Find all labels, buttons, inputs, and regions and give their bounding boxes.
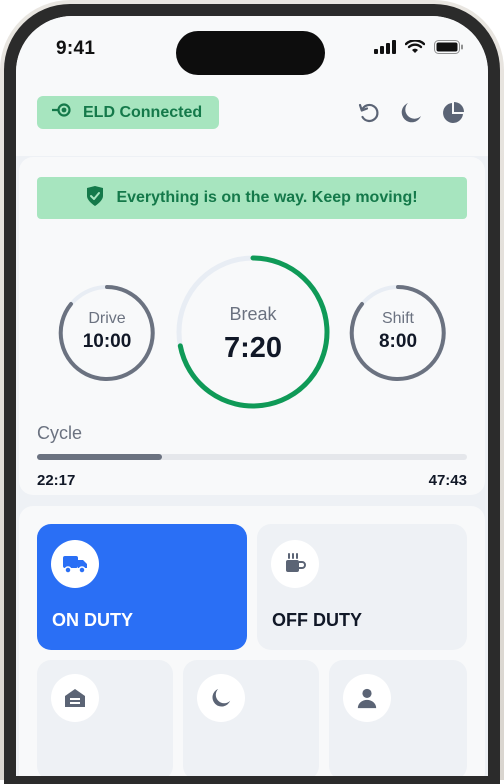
person-icon bbox=[343, 674, 391, 722]
signal-icon bbox=[374, 40, 396, 59]
pie-chart-icon[interactable] bbox=[440, 100, 466, 126]
status-time: 9:41 bbox=[56, 38, 96, 59]
on-duty-label: ON DUTY bbox=[52, 610, 133, 630]
break-label: Break bbox=[229, 304, 277, 324]
drive-label: Drive bbox=[88, 310, 126, 327]
header-area: 9:41 ELD Connected bbox=[16, 16, 488, 156]
moon-icon[interactable] bbox=[398, 100, 424, 126]
status-icons bbox=[374, 39, 464, 59]
break-gauge: Break 7:20 bbox=[174, 253, 332, 411]
cycle-label: Cycle bbox=[37, 423, 83, 443]
drive-gauge: Drive 10:00 bbox=[57, 283, 157, 383]
coffee-icon bbox=[271, 540, 319, 588]
shift-label: Shift bbox=[381, 310, 414, 327]
eld-connected-icon bbox=[52, 101, 74, 124]
drive-value: 10:00 bbox=[82, 331, 132, 352]
battery-icon bbox=[434, 40, 464, 59]
hos-card: Everything is on the way. Keep moving! D… bbox=[19, 157, 485, 495]
break-value: 7:20 bbox=[223, 332, 283, 364]
shift-gauge: Shift 8:00 bbox=[348, 283, 448, 383]
status-banner: Everything is on the way. Keep moving! bbox=[37, 177, 467, 219]
sleeper-button[interactable] bbox=[37, 660, 173, 776]
sleep-button[interactable] bbox=[183, 660, 319, 776]
on-duty-button[interactable]: ON DUTY bbox=[37, 524, 247, 650]
moon-icon bbox=[197, 674, 245, 722]
cycle-used: 22:17 bbox=[37, 472, 76, 489]
refresh-icon[interactable] bbox=[356, 100, 382, 126]
cycle-remaining: 47:43 bbox=[428, 472, 467, 489]
off-duty-label: OFF DUTY bbox=[272, 610, 362, 630]
wifi-icon bbox=[404, 39, 426, 59]
off-duty-button[interactable]: OFF DUTY bbox=[257, 524, 467, 650]
duty-panel: ON DUTY OFF DUTY bbox=[19, 506, 485, 776]
header-actions bbox=[356, 100, 466, 126]
eld-status-pill[interactable]: ELD Connected bbox=[37, 96, 219, 129]
app-screen: 9:41 ELD Connected Everything is on the … bbox=[16, 16, 488, 776]
profile-button[interactable] bbox=[329, 660, 467, 776]
shift-value: 8:00 bbox=[378, 331, 418, 352]
eld-status-label: ELD Connected bbox=[83, 103, 203, 121]
sleeper-icon bbox=[51, 674, 99, 722]
banner-text: Everything is on the way. Keep moving! bbox=[116, 189, 418, 206]
dynamic-island bbox=[176, 31, 325, 75]
truck-icon bbox=[51, 540, 99, 588]
cycle-progress-fill bbox=[37, 454, 162, 460]
cycle-progress-track bbox=[37, 454, 467, 460]
shield-check-icon bbox=[86, 185, 104, 211]
